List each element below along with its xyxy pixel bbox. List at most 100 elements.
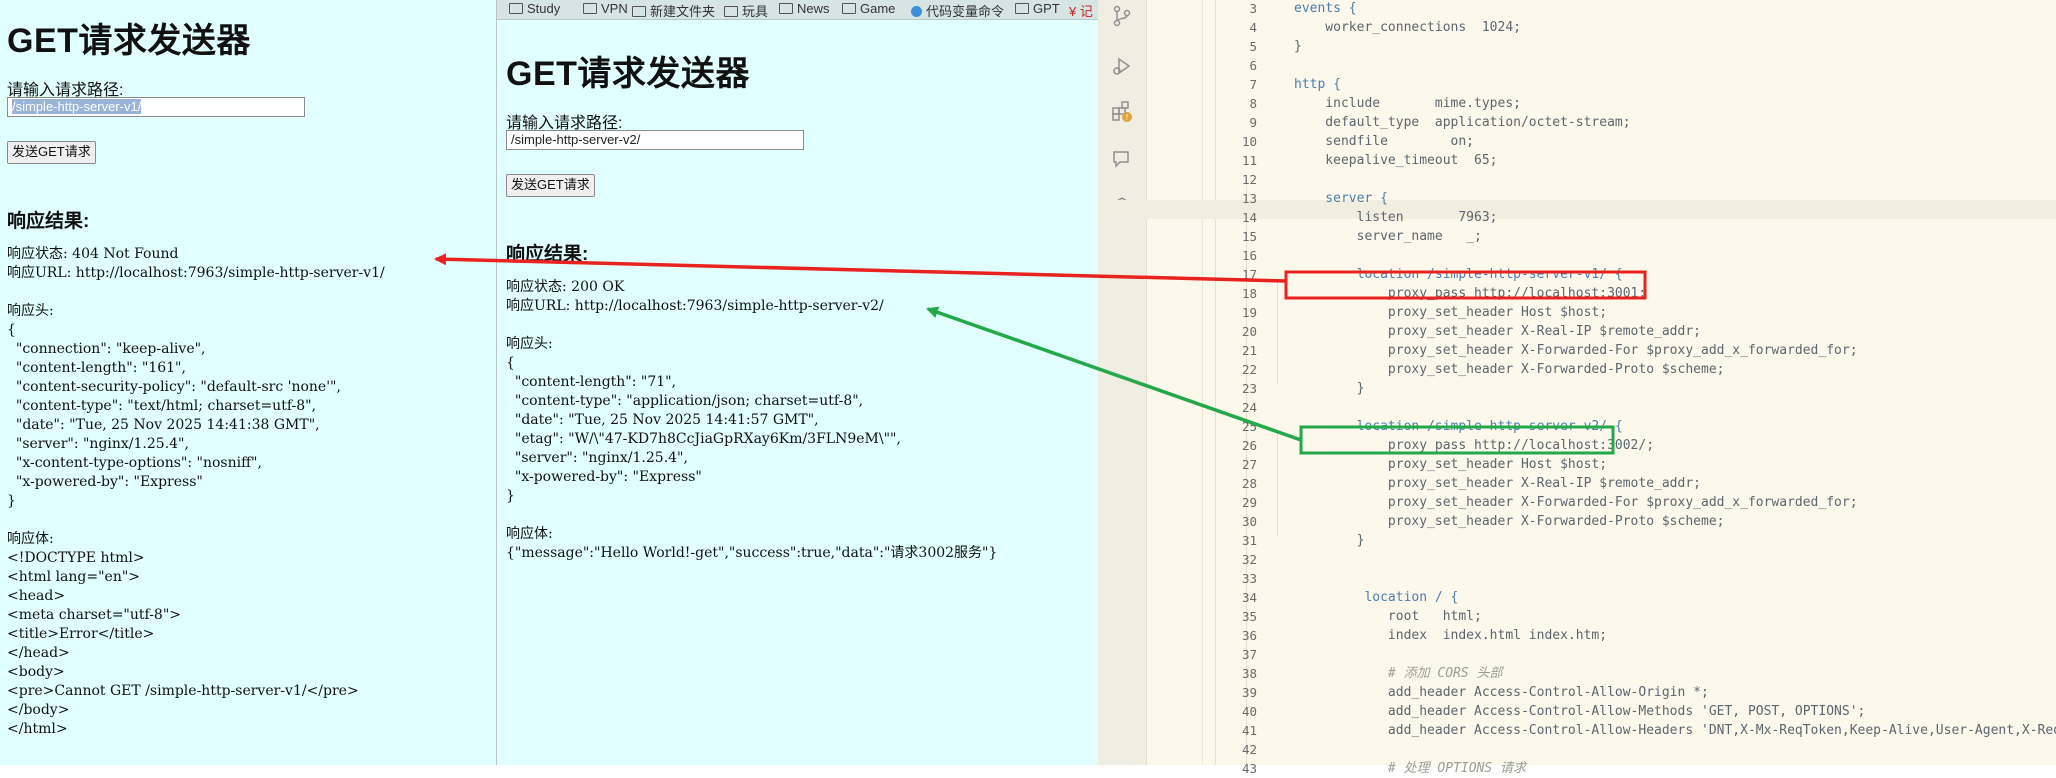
code-line: 21 proxy_set_header X-Forwarded-For $pro… (1098, 341, 2056, 360)
line-number: 38 (1241, 666, 1257, 681)
line-number: 13 (1241, 191, 1257, 206)
code-line: 18 proxy_pass http://localhost:3001; (1098, 284, 2056, 303)
line-number: 16 (1241, 248, 1257, 263)
line-number: 22 (1241, 362, 1257, 377)
line-number: 40 (1241, 704, 1257, 719)
code-line: 25 location /simple-http-server-v2/ { (1098, 417, 2056, 436)
line-number: 4 (1249, 20, 1257, 35)
folder-icon (509, 3, 523, 14)
bookmark-game[interactable]: Game (842, 1, 895, 16)
code-line: 26 proxy_pass http://localhost:3002/; (1098, 436, 2056, 455)
code-line: 9 default_type application/octet-stream; (1098, 113, 2056, 132)
code-text: keepalive_timeout 65; (1294, 153, 1498, 168)
line-number: 26 (1241, 438, 1257, 453)
code-line: 7 http { (1098, 75, 2056, 94)
code-line: 19 proxy_set_header Host $host; (1098, 303, 2056, 322)
bookmark-toys[interactable]: 玩具 (724, 1, 768, 20)
line-number: 12 (1241, 172, 1257, 187)
line-number: 21 (1241, 343, 1257, 358)
code-text: events { (1294, 1, 1357, 16)
folder-icon (632, 6, 646, 17)
code-line: 38 # 添加 CORS 头部 (1098, 664, 2056, 683)
code-line: 6 (1098, 56, 2056, 75)
line-number: 33 (1241, 571, 1257, 586)
code-line: 17 location /simple-http-server-v1/ { (1098, 265, 2056, 284)
folder-icon (842, 3, 856, 14)
code-line: 15 server_name _; (1098, 227, 2056, 246)
code-line: 39 add_header Access-Control-Allow-Origi… (1098, 683, 2056, 702)
path-input[interactable]: /simple-http-server-v2/ (506, 130, 804, 150)
send-get-button[interactable]: 发送GET请求 (506, 174, 595, 197)
code-text: server_name _; (1294, 229, 1482, 244)
response-output: 响应状态: 404 Not Found 响应URL: http://localh… (7, 246, 385, 737)
globe-icon (911, 6, 922, 17)
bookmark-news[interactable]: News (779, 1, 830, 16)
bookmarks-bar: Study VPN 新建文件夹 玩具 News Game 代码变量命令 GPT … (497, 0, 1098, 20)
line-number: 25 (1241, 419, 1257, 434)
folder-icon (1015, 3, 1029, 14)
code-text: location /simple-http-server-v1/ { (1294, 267, 1623, 282)
code-text: root html; (1294, 609, 1482, 624)
line-number: 41 (1241, 723, 1257, 738)
line-number: 17 (1241, 267, 1257, 282)
path-input[interactable]: /simple-http-server-v1/ (7, 97, 305, 117)
folder-icon (583, 3, 597, 14)
bookmark-study[interactable]: Study (509, 1, 560, 16)
code-text: } (1294, 39, 1302, 54)
result-heading: 响应结果: (506, 244, 589, 265)
code-text: proxy_set_header Host $host; (1294, 457, 1608, 472)
line-number: 39 (1241, 685, 1257, 700)
code-text: add_header Access-Control-Allow-Methods … (1294, 704, 1866, 719)
line-number: 20 (1241, 324, 1257, 339)
bookmark-notes[interactable]: ¥ 记 (1069, 1, 1093, 20)
code-text: proxy_set_header X-Real-IP $remote_addr; (1294, 324, 1701, 339)
line-number: 30 (1241, 514, 1257, 529)
code-line: 24 (1098, 398, 2056, 417)
page-title: GET请求发送器 (506, 55, 750, 93)
code-text: server { (1294, 191, 1388, 206)
code-text: proxy_set_header X-Forwarded-Proto $sche… (1294, 514, 1725, 529)
code-text: worker_connections 1024; (1294, 20, 1521, 35)
line-number: 35 (1241, 609, 1257, 624)
line-number: 27 (1241, 457, 1257, 472)
bookmark-gpt[interactable]: GPT (1015, 1, 1060, 16)
code-line: 14 listen 7963; (1098, 208, 2056, 227)
bookmark-new-folder[interactable]: 新建文件夹 (632, 1, 715, 20)
code-text: add_header Access-Control-Allow-Headers … (1387, 723, 2056, 738)
path-input-value: /simple-http-server-v1/ (12, 99, 142, 114)
bookmark-code-vars[interactable]: 代码变量命令 (911, 1, 1004, 20)
code-line: 20 proxy_set_header X-Real-IP $remote_ad… (1098, 322, 2056, 341)
line-number: 42 (1241, 742, 1257, 757)
code-line: 27 proxy_set_header Host $host; (1098, 455, 2056, 474)
code-text: include mime.types; (1294, 96, 1521, 111)
line-number: 15 (1241, 229, 1257, 244)
code-text: proxy_set_header X-Forwarded-For $proxy_… (1294, 495, 1858, 510)
code-line: 35 root html; (1098, 607, 2056, 626)
line-number: 6 (1249, 58, 1257, 73)
code-text: location /simple-http-server-v2/ { (1294, 419, 1623, 434)
line-number: 34 (1241, 590, 1257, 605)
send-get-button[interactable]: 发送GET请求 (7, 141, 96, 164)
code-line: 43 # 处理 OPTIONS 请求 (1098, 759, 2056, 778)
line-number: 28 (1241, 476, 1257, 491)
right-browser-pane: Study VPN 新建文件夹 玩具 News Game 代码变量命令 GPT … (496, 0, 1098, 765)
line-number: 10 (1241, 134, 1257, 149)
line-number: 37 (1241, 647, 1257, 662)
code-text: proxy_set_header X-Forwarded-Proto $sche… (1294, 362, 1725, 377)
code-text: index index.html index.htm; (1294, 628, 1608, 643)
code-line: 4 worker_connections 1024; (1098, 18, 2056, 37)
left-browser-pane: GET请求发送器 请输入请求路径: /simple-http-server-v1… (0, 0, 496, 765)
line-number: 36 (1241, 628, 1257, 643)
code-text: proxy_pass http://localhost:3001; (1294, 286, 1647, 301)
code-line: 34 location / { (1098, 588, 2056, 607)
bookmark-vpn[interactable]: VPN (583, 1, 628, 16)
folder-icon (724, 6, 738, 17)
code-text: # 处理 OPTIONS 请求 (1294, 761, 1527, 776)
code-line: 28 proxy_set_header X-Real-IP $remote_ad… (1098, 474, 2056, 493)
line-number: 23 (1241, 381, 1257, 396)
code-line: 41 add_header Access-Control-Allow-Heade… (1098, 721, 2056, 740)
code-line: 5} (1098, 37, 2056, 56)
line-number: 29 (1241, 495, 1257, 510)
code-line: 29 proxy_set_header X-Forwarded-For $pro… (1098, 493, 2056, 512)
code-text: proxy_pass http://localhost:3002/; (1294, 438, 1655, 453)
